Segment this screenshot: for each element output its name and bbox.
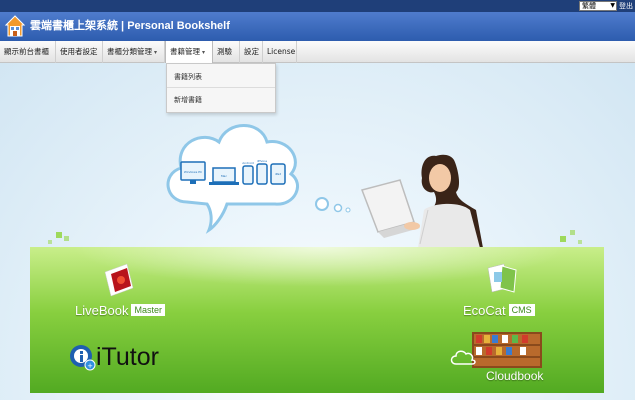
- decor-square: [56, 232, 62, 238]
- decor-square: [560, 236, 566, 242]
- nav-item-book-management[interactable]: 書籍管理 ▾: [165, 41, 213, 64]
- cloudbook-shelf-icon[interactable]: [450, 330, 546, 370]
- language-value: 繁體: [582, 2, 596, 10]
- decor-square: [570, 230, 575, 235]
- svg-text:iPhone: iPhone: [257, 159, 267, 163]
- nav-item-frontend-bookshelf[interactable]: 顯示前台書櫃: [0, 41, 56, 63]
- app-title: 雲端書櫃上架系統 | Personal Bookshelf: [30, 20, 230, 32]
- decor-square: [64, 236, 69, 241]
- nav-item-settings[interactable]: 設定: [240, 41, 263, 63]
- language-select[interactable]: 繁體 ▼: [579, 1, 617, 11]
- person-with-laptop-illustration: [361, 154, 483, 248]
- main-nav: 顯示前台書櫃 使用者設定 書櫃分類管理 ▾ 書籍管理 ▾ 測驗 設定 License: [0, 41, 635, 64]
- itutor-label[interactable]: iTutor: [96, 343, 159, 372]
- menu-item-book-list[interactable]: 書籍列表: [167, 66, 275, 88]
- android-phone-icon: [242, 165, 254, 185]
- nav-item-quiz[interactable]: 測驗: [213, 41, 240, 63]
- chevron-down-icon: ▼: [610, 2, 615, 9]
- svg-text:Android: Android: [242, 161, 254, 165]
- book-management-dropdown: 書籍列表 新增書籍: [166, 63, 276, 113]
- cloud-bubbles: [315, 197, 351, 213]
- menu-item-add-book[interactable]: 新增書籍: [167, 89, 275, 111]
- svg-text:Mac: Mac: [221, 174, 227, 178]
- decor-square: [578, 240, 582, 244]
- itutor-logo-icon[interactable]: +: [68, 343, 96, 371]
- nav-item-category-management[interactable]: 書櫃分類管理 ▾: [103, 41, 165, 63]
- nav-item-license[interactable]: License: [263, 41, 297, 63]
- home-icon[interactable]: [5, 15, 25, 37]
- decor-square: [48, 240, 52, 244]
- iphone-icon: [256, 163, 268, 185]
- top-strip: [0, 0, 635, 12]
- ecocat-book-icon[interactable]: [482, 262, 522, 296]
- chevron-down-icon: ▾: [154, 49, 158, 56]
- ecocat-label[interactable]: EcoCat CMS: [463, 303, 535, 318]
- chevron-down-icon: ▾: [202, 49, 206, 56]
- app-header: 雲端書櫃上架系統 | Personal Bookshelf: [0, 12, 635, 41]
- ecocat-badge: CMS: [508, 304, 535, 316]
- svg-text:+: +: [87, 362, 93, 370]
- nav-item-user-settings[interactable]: 使用者設定: [56, 41, 103, 63]
- livebook-book-icon[interactable]: [101, 262, 137, 298]
- livebook-badge: Master: [131, 304, 165, 316]
- svg-text:iPad: iPad: [275, 172, 281, 176]
- cloud-devices-illustration: Windows PC Mac Android iPhone iPad: [166, 124, 299, 234]
- cloudbook-label[interactable]: Cloudbook: [486, 369, 543, 383]
- svg-text:Windows PC: Windows PC: [184, 170, 202, 174]
- livebook-label[interactable]: LiveBook Master: [75, 303, 165, 318]
- logout-link[interactable]: 登出: [619, 1, 633, 11]
